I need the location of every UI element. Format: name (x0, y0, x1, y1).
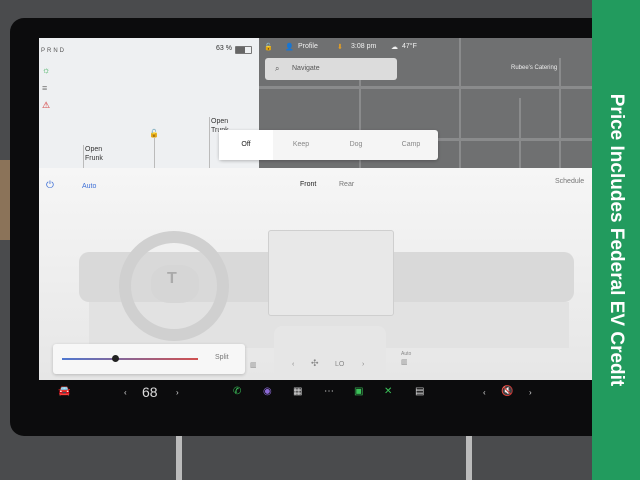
temp-up-icon[interactable]: › (176, 388, 179, 397)
touchscreen: PRND 63 % ☼ ≡ ⚠ Open Frunk Open Trunk 🔓 … (39, 38, 592, 408)
fan-icon: ✣ (311, 358, 319, 368)
vent-slat (176, 436, 182, 480)
calendar-icon[interactable]: ▣ (354, 386, 363, 397)
clock: 3:08 pm (351, 43, 377, 50)
car-icon[interactable]: 🚘 (58, 386, 70, 397)
fan-speed: LO (335, 361, 345, 368)
camera-icon[interactable]: ◉ (263, 386, 272, 397)
split-button[interactable]: Split (215, 354, 229, 361)
seatbelt-warning-icon: ⚠ (42, 100, 51, 110)
search-icon: ⌕ (275, 64, 280, 73)
seat-heat-panel: Split (53, 344, 245, 374)
battery-percent: 63 % (216, 45, 232, 52)
energy-icon[interactable]: ▤ (415, 386, 424, 397)
mode-camp[interactable]: Camp (384, 130, 438, 160)
navigate-placeholder: Navigate (292, 65, 320, 72)
download-icon[interactable]: ⬇ (337, 43, 343, 51)
auto-small-label: Auto (401, 351, 412, 357)
mode-dog[interactable]: Dog (329, 130, 383, 160)
gear-indicator: PRND (41, 48, 67, 54)
profile-label[interactable]: Profile (298, 43, 318, 50)
mode-off[interactable]: Off (219, 130, 273, 160)
promo-banner: Price Includes Federal EV Credit (592, 0, 640, 480)
volume-up-icon[interactable]: › (529, 388, 532, 397)
tesla-logo: T (167, 270, 177, 287)
tab-front[interactable]: Front (300, 181, 316, 188)
volume-mute-icon[interactable]: 🔇 (501, 386, 513, 397)
seat-heat-right-icon[interactable]: ▥ (401, 358, 408, 366)
power-icon[interactable]: ⏻ (46, 180, 54, 191)
user-icon[interactable]: 👤 (285, 43, 294, 51)
seat-heat-icon[interactable]: ▥ (250, 361, 257, 369)
taskbar: 🚘 ‹ 68 › ✆ ◉ ▦ ⋯ ▣ ✕ ▤ ‹ 🔇 › (39, 380, 592, 410)
media-icon[interactable]: ▦ (293, 386, 302, 397)
status-bar: 🔓 👤 Profile ⬇ 3:08 pm ☁ 47°F (259, 38, 592, 56)
tab-rear[interactable]: Rear (339, 181, 354, 188)
climate-mode-selector: Off Keep Dog Camp (219, 130, 438, 160)
open-frunk-label: Open Frunk (85, 146, 103, 162)
vent-slat (466, 436, 472, 480)
outside-temp: 47°F (402, 43, 417, 50)
auto-button[interactable]: Auto (82, 183, 96, 190)
temp-slider-knob[interactable] (112, 355, 119, 362)
cloud-icon: ☁ (391, 44, 398, 51)
center-screen-graphic (268, 230, 394, 316)
shuffle-icon[interactable]: ✕ (384, 386, 392, 397)
climate-cabin-view: T ⏻ Auto Front Rear Schedule Split ▥ ‹ ✣… (39, 168, 592, 408)
lock-icon[interactable]: 🔓 (149, 129, 159, 138)
map-poi-label: Rubee's Catering (511, 65, 558, 71)
fan-down-icon[interactable]: ‹ (292, 361, 294, 368)
dash-wood-trim (0, 160, 10, 240)
phone-icon[interactable]: ✆ (233, 386, 241, 397)
open-frunk-button[interactable]: Open Frunk (85, 145, 103, 163)
temp-down-icon[interactable]: ‹ (124, 388, 127, 397)
map-road (259, 86, 592, 89)
fan-up-icon[interactable]: › (362, 361, 364, 368)
schedule-button[interactable]: Schedule (555, 178, 584, 185)
navigate-search[interactable]: ⌕ Navigate (265, 58, 397, 80)
battery-icon (235, 46, 252, 54)
cabin-temp: 68 (142, 384, 158, 400)
headlight-icon: ☼ (42, 65, 51, 75)
trunk-line (209, 117, 210, 168)
promo-banner-text: Price Includes Federal EV Credit (606, 93, 627, 387)
more-icon[interactable]: ⋯ (324, 386, 334, 397)
mode-keep[interactable]: Keep (274, 130, 328, 160)
unlock-icon[interactable]: 🔓 (264, 43, 273, 51)
car-line (154, 138, 155, 168)
battery-fill (236, 47, 246, 53)
frunk-line (83, 145, 84, 168)
map-road (519, 98, 521, 168)
map-road (559, 58, 561, 168)
map-road (459, 38, 461, 168)
parking-light-icon: ≡ (42, 83, 48, 93)
temp-slider[interactable] (62, 358, 198, 360)
volume-down-icon[interactable]: ‹ (483, 388, 486, 397)
